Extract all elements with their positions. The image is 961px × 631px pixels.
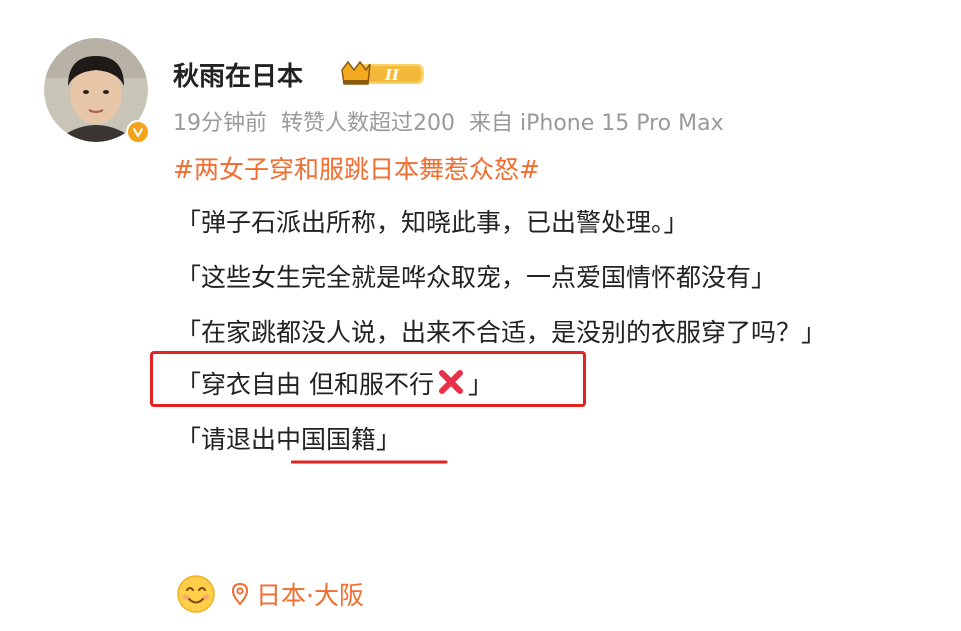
comment-line-3: 「在家跳都没人说，出来不合适，是没别的衣服穿了吗？」 bbox=[176, 318, 827, 347]
location-text: 日本·大阪 bbox=[256, 581, 364, 610]
red-cross-icon bbox=[438, 370, 463, 394]
comment-line-4-close: 」 bbox=[467, 370, 493, 399]
comment-line-4: 「穿衣自由 但和服不行 」 bbox=[176, 365, 493, 401]
likes-note: 转赞人数超过200 bbox=[281, 111, 455, 136]
verified-v-icon bbox=[126, 120, 150, 144]
avatar[interactable] bbox=[44, 38, 150, 144]
location-link[interactable]: 日本·大阪 bbox=[230, 576, 364, 612]
vip-level-text: II bbox=[384, 66, 400, 84]
hashtag-link[interactable]: #两女子穿和服跳日本舞惹众怒# bbox=[173, 150, 540, 186]
comment-line-5: 「请退出中国国籍」 bbox=[176, 425, 402, 454]
weibo-post: 秋雨在日本 II 19分钟前 转赞人数超过200 来自 iPhone 15 Pr… bbox=[0, 0, 961, 631]
comment-line-2: 「这些女生完全就是哗众取宠，一点爱国情怀都没有」 bbox=[176, 263, 777, 292]
comment-line-4-text: 「穿衣自由 但和服不行 bbox=[176, 370, 434, 399]
comment-line-1: 「弹子石派出所称，知晓此事，已出警处理。」 bbox=[176, 208, 689, 237]
crown-vip-badge[interactable]: II bbox=[340, 58, 426, 90]
username[interactable]: 秋雨在日本 bbox=[173, 56, 303, 93]
post-meta: 19分钟前 转赞人数超过200 来自 iPhone 15 Pro Max bbox=[173, 105, 724, 137]
smiling-face-icon bbox=[177, 575, 215, 613]
post-source: 来自 iPhone 15 Pro Max bbox=[469, 111, 724, 136]
location-pin-icon bbox=[231, 582, 249, 606]
post-footer: 日本·大阪 bbox=[176, 574, 364, 614]
post-time[interactable]: 19分钟前 bbox=[173, 105, 267, 137]
red-underline-mark bbox=[291, 460, 448, 464]
